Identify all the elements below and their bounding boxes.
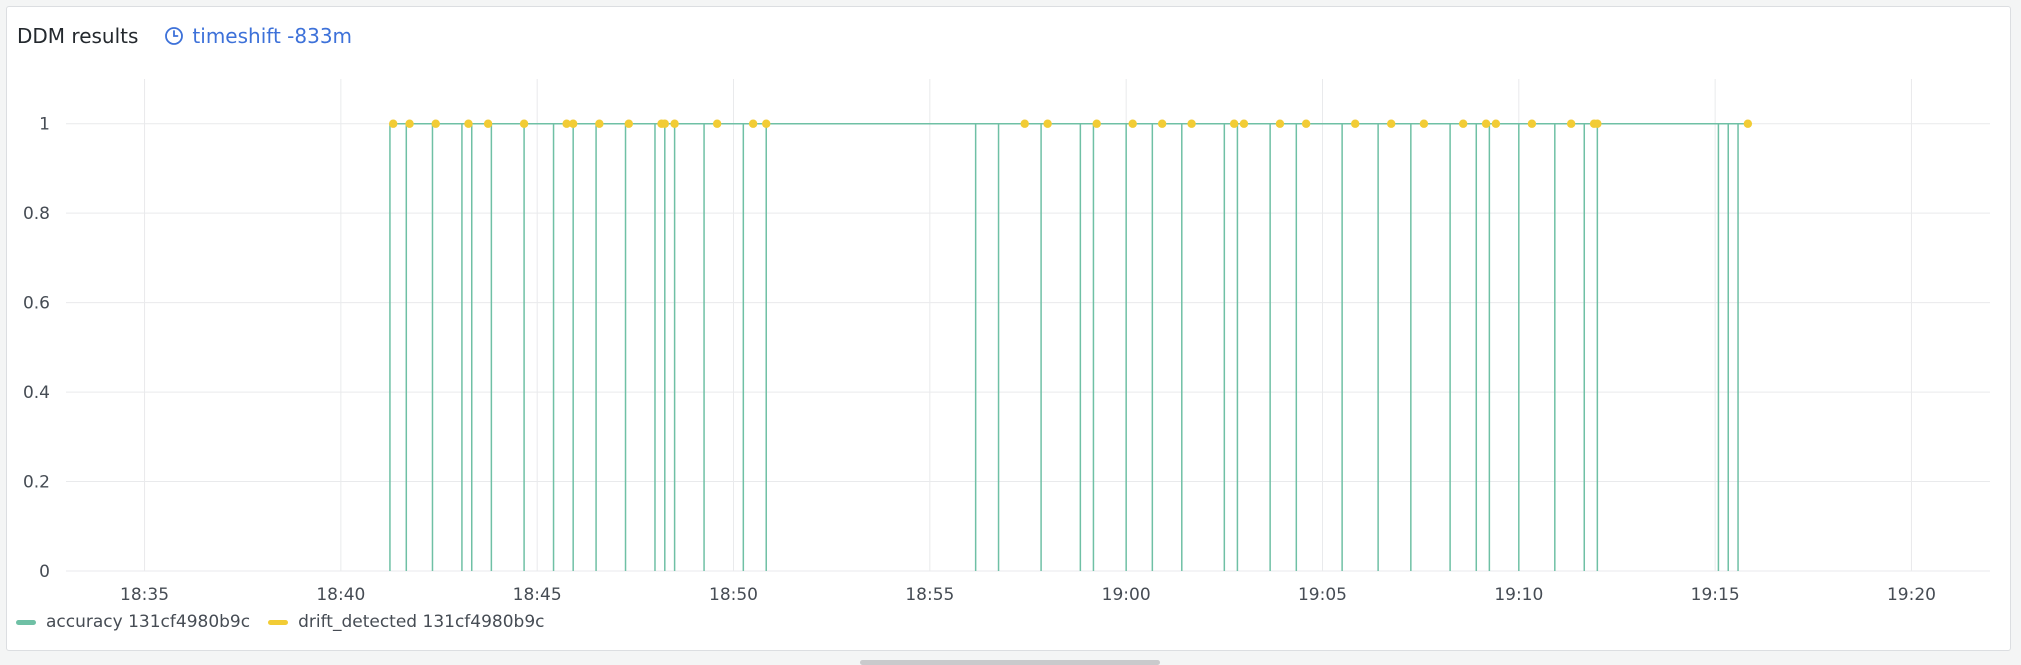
x-tick-label: 18:40: [316, 585, 365, 605]
drift-point[interactable]: [1593, 119, 1602, 128]
drift-point[interactable]: [1351, 119, 1360, 128]
drift-point[interactable]: [1239, 119, 1249, 128]
y-tick-label: 0: [39, 562, 50, 582]
y-tick-label: 1: [39, 115, 50, 135]
legend-swatch-drift: [268, 619, 289, 625]
legend-label-drift: drift_detected 131cf4980b9c: [298, 612, 545, 632]
drift-point[interactable]: [431, 119, 440, 128]
drift-point[interactable]: [712, 119, 722, 128]
chart-plot[interactable]: 0 0.2 0.4 0.6 0.8 1 18:35 18:40 18:45 18:50 18:55…: [0, 0, 2021, 665]
drift-point[interactable]: [483, 119, 493, 128]
legend-item-accuracy[interactable]: accuracy 131cf4980b9c: [16, 612, 250, 632]
legend-item-drift[interactable]: drift_detected 131cf4980b9c: [268, 612, 545, 632]
drift-point[interactable]: [1743, 119, 1753, 128]
drift-point[interactable]: [405, 119, 414, 128]
horizontal-scrollbar[interactable]: [860, 660, 1160, 665]
drift-point[interactable]: [1128, 119, 1137, 128]
chart-legend: accuracy 131cf4980b9c drift_detected 131…: [16, 612, 563, 632]
drift-point[interactable]: [762, 119, 771, 128]
x-tick-label: 19:20: [1887, 585, 1936, 605]
y-tick-label: 0.6: [23, 294, 50, 314]
drift-point[interactable]: [1527, 119, 1537, 128]
drift-point[interactable]: [595, 119, 604, 128]
drift-point[interactable]: [1043, 119, 1052, 128]
drift-point[interactable]: [1187, 119, 1196, 128]
drift-point[interactable]: [1481, 119, 1491, 128]
drift-point[interactable]: [1566, 119, 1576, 128]
drift-point[interactable]: [389, 119, 398, 128]
drift-point[interactable]: [1491, 119, 1501, 128]
drift-point[interactable]: [624, 119, 634, 128]
drift-point[interactable]: [1387, 119, 1396, 128]
x-tick-label: 19:00: [1102, 585, 1151, 605]
drift-point[interactable]: [1458, 119, 1468, 128]
drift-point[interactable]: [519, 119, 529, 128]
drift-point[interactable]: [568, 119, 578, 128]
x-tick-label: 18:35: [120, 585, 169, 605]
legend-swatch-accuracy: [16, 619, 36, 625]
drift-point[interactable]: [1092, 119, 1101, 128]
drift-point[interactable]: [1419, 119, 1429, 128]
drift-point[interactable]: [1157, 119, 1167, 128]
x-tick-label: 19:05: [1298, 585, 1347, 605]
y-tick-label: 0.8: [23, 204, 50, 224]
x-tick-label: 19:10: [1494, 585, 1543, 605]
drift-point[interactable]: [748, 119, 758, 128]
y-tick-label: 0.2: [23, 473, 50, 493]
x-tick-label: 18:45: [513, 585, 562, 605]
legend-label-accuracy: accuracy 131cf4980b9c: [46, 612, 251, 632]
drift-point[interactable]: [464, 119, 473, 128]
drift-point[interactable]: [670, 119, 679, 128]
drift-point[interactable]: [1020, 119, 1029, 128]
x-tick-label: 19:15: [1691, 585, 1740, 605]
drift-point[interactable]: [1229, 119, 1239, 128]
x-tick-label: 18:50: [709, 585, 758, 605]
drift-point[interactable]: [660, 119, 669, 128]
y-tick-label: 0.4: [23, 383, 50, 403]
drift-point[interactable]: [1301, 119, 1311, 128]
drift-point[interactable]: [1275, 119, 1285, 128]
x-tick-label: 18:55: [905, 585, 954, 605]
